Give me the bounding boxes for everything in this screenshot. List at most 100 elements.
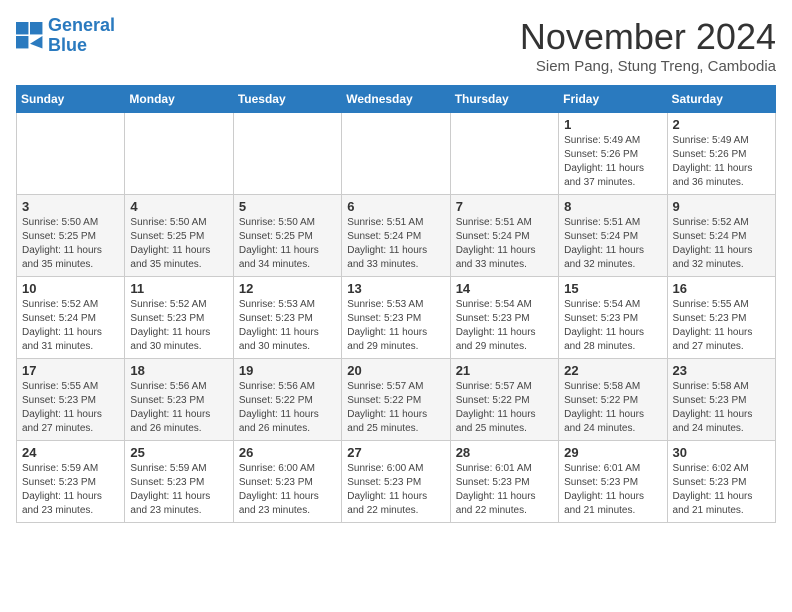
day-info: Sunrise: 5:53 AM Sunset: 5:23 PM Dayligh…	[347, 298, 444, 354]
calendar-day-cell: 8 Sunrise: 5:51 AM Sunset: 5:24 PM Daylig…	[559, 195, 667, 277]
day-number: 13	[347, 281, 444, 296]
day-number: 17	[22, 363, 119, 378]
logo: General Blue	[16, 16, 115, 56]
day-info: Sunrise: 5:50 AM Sunset: 5:25 PM Dayligh…	[239, 216, 336, 272]
calendar-day-cell: 28Sunrise: 6:01 AM Sunset: 5:23 PM Dayli…	[450, 441, 558, 523]
day-info: Sunrise: 5:59 AM Sunset: 5:23 PM Dayligh…	[130, 462, 227, 518]
calendar-week-row: 17 Sunrise: 5:55 AM Sunset: 5:23 PM Dayli…	[17, 359, 776, 441]
day-info: Sunrise: 5:55 AM Sunset: 5:23 PM Dayligh…	[673, 298, 770, 354]
calendar-day-header: Monday	[125, 86, 233, 113]
calendar-day-cell: 24 Sunrise: 5:59 AM Sunset: 5:23 PM Dayli…	[17, 441, 125, 523]
calendar-day-cell: 27Sunrise: 6:00 AM Sunset: 5:23 PM Dayli…	[342, 441, 450, 523]
calendar-day-cell: 20Sunrise: 5:57 AM Sunset: 5:22 PM Dayli…	[342, 359, 450, 441]
day-info: Sunrise: 5:59 AM Sunset: 5:23 PM Dayligh…	[22, 462, 119, 518]
calendar-header-row: SundayMondayTuesdayWednesdayThursdayFrid…	[17, 86, 776, 113]
calendar-day-cell	[450, 113, 558, 195]
day-number: 16	[673, 281, 770, 296]
day-number: 10	[22, 281, 119, 296]
day-info: Sunrise: 5:55 AM Sunset: 5:23 PM Dayligh…	[22, 380, 119, 436]
day-info: Sunrise: 5:51 AM Sunset: 5:24 PM Dayligh…	[456, 216, 553, 272]
day-info: Sunrise: 5:51 AM Sunset: 5:24 PM Dayligh…	[564, 216, 661, 272]
calendar-day-cell: 17 Sunrise: 5:55 AM Sunset: 5:23 PM Dayli…	[17, 359, 125, 441]
calendar-day-cell	[342, 113, 450, 195]
calendar-table: SundayMondayTuesdayWednesdayThursdayFrid…	[16, 85, 776, 523]
day-number: 15	[564, 281, 661, 296]
day-number: 5	[239, 199, 336, 214]
day-info: Sunrise: 5:53 AM Sunset: 5:23 PM Dayligh…	[239, 298, 336, 354]
day-number: 18	[130, 363, 227, 378]
day-info: Sunrise: 5:54 AM Sunset: 5:23 PM Dayligh…	[564, 298, 661, 354]
day-number: 1	[564, 117, 661, 132]
calendar-day-cell: 26 Sunrise: 6:00 AM Sunset: 5:23 PM Dayli…	[233, 441, 341, 523]
calendar-day-header: Tuesday	[233, 86, 341, 113]
day-info: Sunrise: 5:58 AM Sunset: 5:22 PM Dayligh…	[564, 380, 661, 436]
calendar-week-row: 1 Sunrise: 5:49 AM Sunset: 5:26 PM Daylig…	[17, 113, 776, 195]
day-info: Sunrise: 5:52 AM Sunset: 5:24 PM Dayligh…	[22, 298, 119, 354]
day-info: Sunrise: 5:56 AM Sunset: 5:23 PM Dayligh…	[130, 380, 227, 436]
calendar-day-cell: 23Sunrise: 5:58 AM Sunset: 5:23 PM Dayli…	[667, 359, 775, 441]
day-number: 21	[456, 363, 553, 378]
day-number: 8	[564, 199, 661, 214]
calendar-day-header: Friday	[559, 86, 667, 113]
day-number: 26	[239, 445, 336, 460]
day-number: 7	[456, 199, 553, 214]
day-number: 4	[130, 199, 227, 214]
day-info: Sunrise: 6:02 AM Sunset: 5:23 PM Dayligh…	[673, 462, 770, 518]
logo-icon	[16, 22, 44, 50]
location-subtitle: Siem Pang, Stung Treng, Cambodia	[520, 58, 776, 75]
calendar-day-cell: 14Sunrise: 5:54 AM Sunset: 5:23 PM Dayli…	[450, 277, 558, 359]
calendar-week-row: 3 Sunrise: 5:50 AM Sunset: 5:25 PM Daylig…	[17, 195, 776, 277]
day-info: Sunrise: 5:51 AM Sunset: 5:24 PM Dayligh…	[347, 216, 444, 272]
calendar-day-cell: 15 Sunrise: 5:54 AM Sunset: 5:23 PM Dayli…	[559, 277, 667, 359]
day-number: 27	[347, 445, 444, 460]
day-info: Sunrise: 5:57 AM Sunset: 5:22 PM Dayligh…	[347, 380, 444, 436]
day-info: Sunrise: 6:00 AM Sunset: 5:23 PM Dayligh…	[239, 462, 336, 518]
day-info: Sunrise: 6:01 AM Sunset: 5:23 PM Dayligh…	[564, 462, 661, 518]
day-number: 9	[673, 199, 770, 214]
day-number: 22	[564, 363, 661, 378]
calendar-day-cell: 3 Sunrise: 5:50 AM Sunset: 5:25 PM Daylig…	[17, 195, 125, 277]
day-number: 29	[564, 445, 661, 460]
calendar-day-cell: 1 Sunrise: 5:49 AM Sunset: 5:26 PM Daylig…	[559, 113, 667, 195]
day-number: 24	[22, 445, 119, 460]
calendar-day-cell: 29 Sunrise: 6:01 AM Sunset: 5:23 PM Dayli…	[559, 441, 667, 523]
day-info: Sunrise: 5:49 AM Sunset: 5:26 PM Dayligh…	[564, 134, 661, 190]
calendar-day-cell: 30 Sunrise: 6:02 AM Sunset: 5:23 PM Dayli…	[667, 441, 775, 523]
calendar-day-cell: 10 Sunrise: 5:52 AM Sunset: 5:24 PM Dayli…	[17, 277, 125, 359]
calendar-day-cell: 9 Sunrise: 5:52 AM Sunset: 5:24 PM Daylig…	[667, 195, 775, 277]
day-info: Sunrise: 5:58 AM Sunset: 5:23 PM Dayligh…	[673, 380, 770, 436]
calendar-week-row: 24 Sunrise: 5:59 AM Sunset: 5:23 PM Dayli…	[17, 441, 776, 523]
calendar-day-cell: 12 Sunrise: 5:53 AM Sunset: 5:23 PM Dayli…	[233, 277, 341, 359]
day-number: 25	[130, 445, 227, 460]
calendar-day-cell: 6 Sunrise: 5:51 AM Sunset: 5:24 PM Daylig…	[342, 195, 450, 277]
calendar-day-cell: 13 Sunrise: 5:53 AM Sunset: 5:23 PM Dayli…	[342, 277, 450, 359]
calendar-day-cell: 16 Sunrise: 5:55 AM Sunset: 5:23 PM Dayli…	[667, 277, 775, 359]
day-number: 6	[347, 199, 444, 214]
calendar-day-header: Sunday	[17, 86, 125, 113]
calendar-day-cell: 2Sunrise: 5:49 AM Sunset: 5:26 PM Daylig…	[667, 113, 775, 195]
title-block: November 2024 Siem Pang, Stung Treng, Ca…	[520, 16, 776, 75]
day-number: 30	[673, 445, 770, 460]
calendar-day-cell: 22 Sunrise: 5:58 AM Sunset: 5:22 PM Dayli…	[559, 359, 667, 441]
day-info: Sunrise: 5:56 AM Sunset: 5:22 PM Dayligh…	[239, 380, 336, 436]
day-number: 3	[22, 199, 119, 214]
day-info: Sunrise: 5:52 AM Sunset: 5:24 PM Dayligh…	[673, 216, 770, 272]
day-info: Sunrise: 5:50 AM Sunset: 5:25 PM Dayligh…	[130, 216, 227, 272]
logo-line1: General	[48, 15, 115, 35]
logo-text: General Blue	[48, 16, 115, 56]
day-number: 12	[239, 281, 336, 296]
calendar-day-cell: 18 Sunrise: 5:56 AM Sunset: 5:23 PM Dayli…	[125, 359, 233, 441]
calendar-day-cell: 21Sunrise: 5:57 AM Sunset: 5:22 PM Dayli…	[450, 359, 558, 441]
day-info: Sunrise: 5:50 AM Sunset: 5:25 PM Dayligh…	[22, 216, 119, 272]
calendar-day-header: Thursday	[450, 86, 558, 113]
calendar-day-cell: 11Sunrise: 5:52 AM Sunset: 5:23 PM Dayli…	[125, 277, 233, 359]
calendar-day-header: Saturday	[667, 86, 775, 113]
day-number: 28	[456, 445, 553, 460]
logo-line2: Blue	[48, 35, 87, 55]
calendar-day-cell: 5 Sunrise: 5:50 AM Sunset: 5:25 PM Daylig…	[233, 195, 341, 277]
day-info: Sunrise: 5:49 AM Sunset: 5:26 PM Dayligh…	[673, 134, 770, 190]
calendar-week-row: 10 Sunrise: 5:52 AM Sunset: 5:24 PM Dayli…	[17, 277, 776, 359]
day-number: 19	[239, 363, 336, 378]
calendar-day-cell: 7 Sunrise: 5:51 AM Sunset: 5:24 PM Daylig…	[450, 195, 558, 277]
calendar-day-cell	[17, 113, 125, 195]
